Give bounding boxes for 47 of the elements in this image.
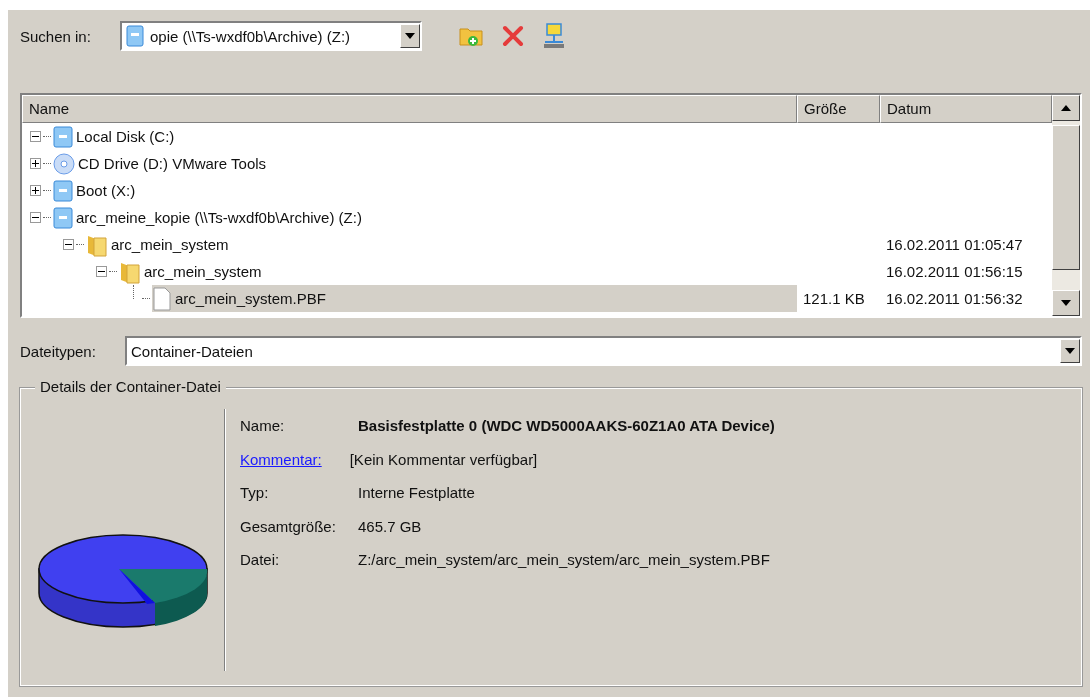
file-type-label: Dateitypen:: [20, 342, 97, 360]
file-size: 121.1 KB: [803, 290, 865, 307]
drive-icon: [126, 25, 144, 47]
scrollbar[interactable]: [1052, 95, 1080, 316]
network-icon[interactable]: [542, 22, 566, 50]
drive-icon: [53, 125, 73, 148]
expand-icon[interactable]: [30, 185, 41, 196]
detail-value: Basisfestplatte 0 (WDC WD5000AAKS-60Z1A0 ATA Device): [358, 417, 775, 435]
tree-item[interactable]: arc_meine_kopie (\\Ts-wxdf0b\Archive) (Z:): [53, 204, 366, 231]
column-header[interactable]: Größe: [797, 95, 880, 123]
expand-icon[interactable]: [30, 158, 41, 169]
detail-label: Name:: [240, 417, 286, 435]
detail-label: Datei:: [240, 551, 281, 569]
tree-item[interactable]: arc_mein_system: [119, 258, 266, 285]
look-in-label: Suchen in:: [20, 27, 92, 45]
tree-item[interactable]: Boot (X:): [53, 177, 140, 204]
disc-icon: [53, 152, 75, 175]
detail-value: 465.7 GB: [358, 517, 422, 535]
group-title: Details der Container-Datei: [35, 378, 226, 395]
collapse-icon[interactable]: [30, 212, 41, 223]
detail-value: Interne Festplatte: [358, 484, 475, 502]
scroll-thumb[interactable]: [1052, 125, 1080, 270]
tree-item[interactable]: arc_mein_system.PBF: [152, 285, 797, 312]
file-icon: [152, 286, 172, 311]
column-header[interactable]: Datum: [880, 95, 1052, 123]
look-in-dropdown[interactable]: opie (\\Ts-wxdf0b\Archive) (Z:): [120, 21, 422, 51]
file-date: 16.02.2011 01:05:47: [886, 236, 1023, 253]
collapse-icon[interactable]: [63, 239, 74, 250]
detail-value: Z:/arc_mein_system/arc_mein_system/arc_mein_system.PBF: [358, 551, 770, 569]
detail-value: [Kein Kommentar verfügbar]: [349, 450, 538, 468]
comment-link[interactable]: Kommentar:: [240, 450, 322, 468]
file-date: 16.02.2011 01:56:32: [886, 290, 1023, 307]
detail-label: Gesamtgröße:: [240, 517, 337, 535]
drive-icon: [53, 206, 73, 229]
scroll-up-icon[interactable]: [1052, 95, 1080, 121]
tree-item[interactable]: CD Drive (D:) VMware Tools: [53, 150, 271, 177]
scroll-down-icon[interactable]: [1052, 290, 1080, 316]
file-type-dropdown[interactable]: Container-Dateien: [125, 336, 1082, 366]
detail-label: Typ:: [240, 484, 270, 502]
collapse-icon[interactable]: [96, 266, 107, 277]
column-header[interactable]: Name: [22, 95, 797, 123]
file-date: 16.02.2011 01:56:15: [886, 263, 1023, 280]
drive-icon: [53, 179, 73, 202]
tree-item[interactable]: Local Disk (C:): [53, 123, 179, 150]
tree-item[interactable]: arc_mein_system: [86, 231, 233, 258]
collapse-icon[interactable]: [30, 131, 41, 142]
delete-icon[interactable]: [500, 24, 526, 48]
